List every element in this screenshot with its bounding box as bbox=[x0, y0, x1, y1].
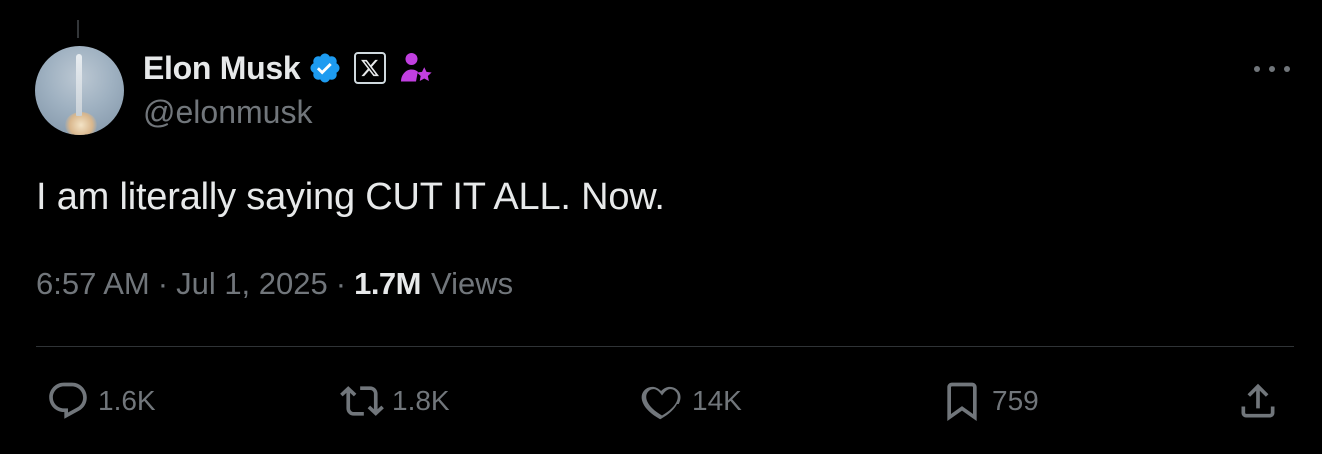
person-star-icon[interactable] bbox=[398, 50, 434, 86]
more-dot bbox=[1284, 66, 1290, 72]
share-button[interactable] bbox=[1236, 380, 1280, 422]
author-name[interactable]: Elon Musk bbox=[143, 50, 301, 87]
x-logo-icon bbox=[361, 59, 380, 77]
more-dot bbox=[1269, 66, 1275, 72]
like-count: 14K bbox=[692, 385, 742, 416]
thread-connector-line bbox=[77, 20, 79, 38]
reply-icon bbox=[49, 382, 87, 419]
repost-icon bbox=[340, 386, 384, 416]
avatar[interactable] bbox=[35, 46, 124, 135]
x-affiliate-badge[interactable] bbox=[354, 52, 387, 84]
avatar-rocket bbox=[76, 54, 82, 116]
author-handle[interactable]: @elonmusk bbox=[143, 94, 312, 131]
tweet-date[interactable]: Jul 1, 2025 bbox=[176, 266, 328, 302]
bookmark-icon bbox=[947, 382, 977, 422]
views-label: Views bbox=[431, 266, 514, 301]
repost-count: 1.8K bbox=[392, 385, 450, 416]
reply-button[interactable]: 1.6K bbox=[46, 380, 156, 422]
tweet-time[interactable]: 6:57 AM bbox=[36, 266, 150, 302]
views-count: 1.7M bbox=[354, 266, 421, 301]
bookmark-button[interactable]: 759 bbox=[940, 380, 1039, 422]
tweet-text: I am literally saying CUT IT ALL. Now. bbox=[36, 176, 665, 218]
divider bbox=[36, 346, 1294, 347]
like-button[interactable]: 14K bbox=[640, 380, 742, 422]
reply-count: 1.6K bbox=[98, 385, 156, 416]
author-row: Elon Musk bbox=[143, 49, 434, 87]
heart-icon bbox=[641, 386, 681, 420]
repost-button[interactable]: 1.8K bbox=[340, 380, 450, 422]
meta-separator: · bbox=[157, 266, 169, 301]
more-dot bbox=[1254, 66, 1260, 72]
share-icon bbox=[1241, 383, 1275, 418]
tweet-meta: 6:57 AM · Jul 1, 2025 · 1.7M Views bbox=[36, 266, 513, 302]
meta-separator: · bbox=[335, 266, 347, 301]
bookmark-count: 759 bbox=[992, 385, 1039, 416]
more-options-icon[interactable] bbox=[1254, 56, 1290, 82]
verified-badge-icon[interactable] bbox=[308, 51, 342, 85]
